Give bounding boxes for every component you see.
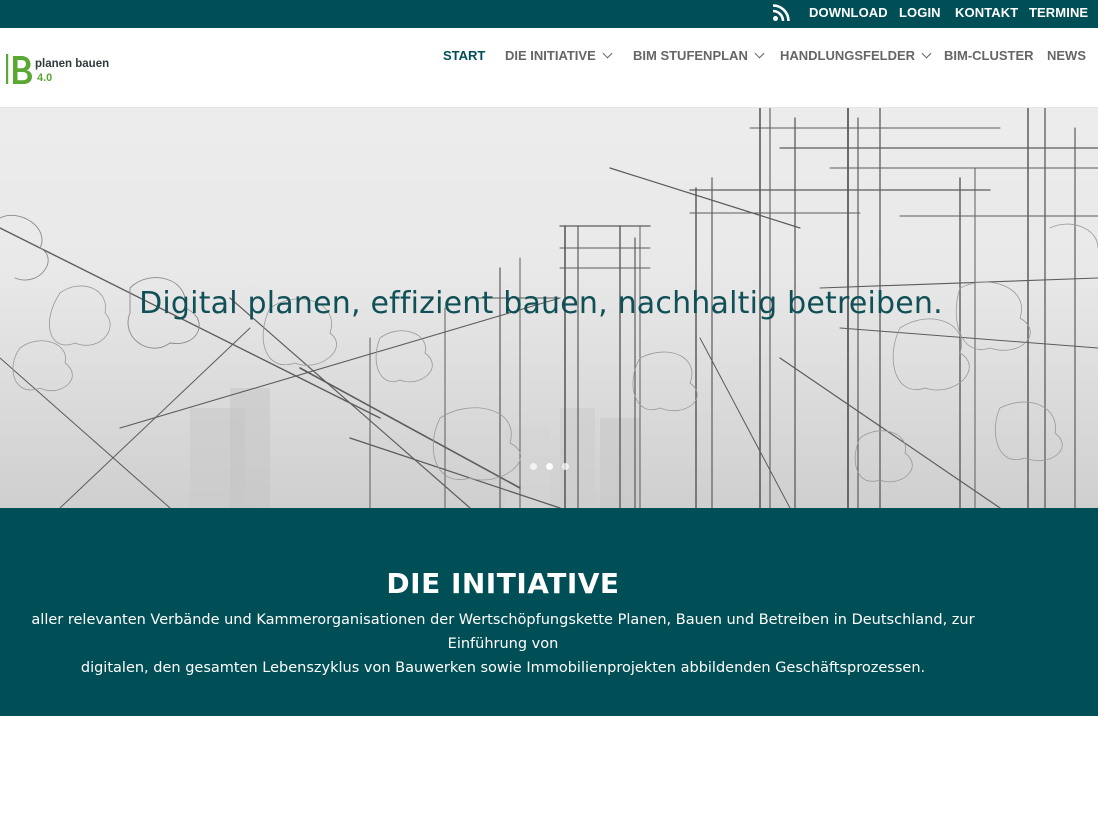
slider-dot[interactable]: [530, 463, 537, 470]
nav-item-die-initiative[interactable]: DIE INITIATIVE: [505, 48, 613, 63]
termine-link[interactable]: TERMINE: [1029, 5, 1088, 20]
nav-item-start[interactable]: START: [443, 48, 485, 63]
nav-item-bim-stufenplan[interactable]: BIM STUFENPLAN: [633, 48, 765, 63]
chevron-down-icon: [754, 48, 765, 59]
download-link[interactable]: DOWNLOAD: [809, 5, 888, 20]
nav-item-label: DIE INITIATIVE: [505, 48, 596, 63]
slider-dot-active[interactable]: [546, 463, 553, 470]
main-header: planen bauen 4.0 START DIE INITIATIVE BI…: [0, 28, 1098, 108]
slider-dot[interactable]: [562, 463, 569, 470]
logo-text: planen bauen: [35, 58, 110, 70]
initiative-line-1: aller relevanten Verbände und Kammerorga…: [31, 612, 975, 652]
hero-slider[interactable]: Digital planen, effizient bauen, nachhal…: [0, 108, 1098, 508]
initiative-title: DIE INITIATIVE: [386, 567, 620, 600]
nav-item-label: START: [443, 48, 486, 63]
initiative-section: DIE INITIATIVE aller relevanten Verbände…: [0, 508, 1098, 716]
nav-item-label: BIM STUFENPLAN: [633, 48, 748, 63]
hero-title: Digital planen, effizient bauen, nachhal…: [139, 286, 943, 321]
nav-item-label: BIM-CLUSTER: [944, 48, 1034, 63]
login-link[interactable]: LOGIN: [899, 5, 941, 20]
nav-item-bim-cluster[interactable]: BIM-CLUSTER: [944, 48, 1034, 63]
nav-item-handlungsfelder[interactable]: HANDLUNGSFELDER: [780, 48, 932, 63]
site-logo[interactable]: planen bauen 4.0: [5, 52, 115, 86]
nav-item-label: HANDLUNGSFELDER: [780, 48, 916, 63]
initiative-description: aller relevanten Verbände und Kammerorga…: [0, 608, 1006, 680]
initiative-line-2: digitalen, den gesamten Lebenszyklus von…: [80, 660, 926, 676]
chevron-down-icon: [921, 48, 932, 59]
kontakt-link[interactable]: KONTAKT: [955, 5, 1018, 20]
nav-item-label: NEWS: [1047, 48, 1086, 63]
rss-icon[interactable]: [772, 4, 790, 22]
nav-item-news[interactable]: NEWS: [1047, 48, 1086, 63]
top-bar: DOWNLOAD LOGIN KONTAKT TERMINE: [0, 0, 1098, 28]
chevron-down-icon: [602, 48, 613, 59]
logo-b-mark: [6, 54, 32, 84]
logo-version: 4.0: [37, 72, 53, 84]
